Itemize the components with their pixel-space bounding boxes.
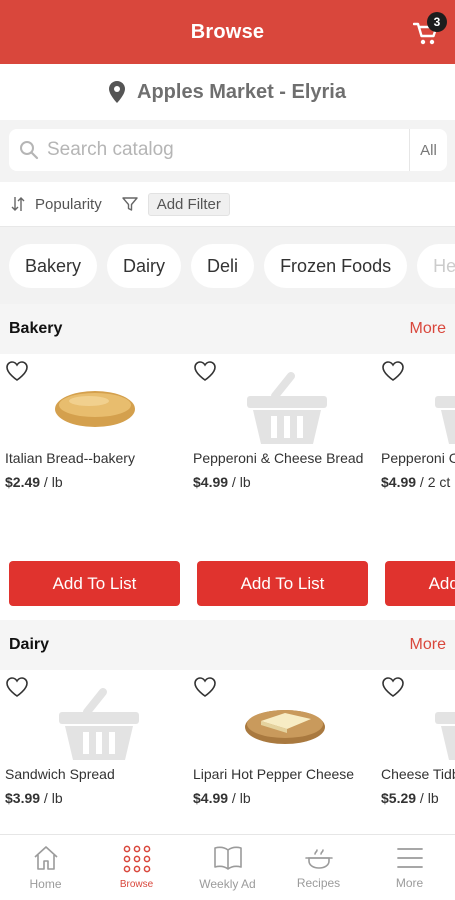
add-to-list-button[interactable]: Add To List xyxy=(197,561,368,606)
product-carousel[interactable]: Italian Bread--bakery $2.49 / lb Add To … xyxy=(0,354,455,624)
top-app-bar: Browse 3 xyxy=(0,0,455,64)
product-name: Lipari Hot Pepper Cheese xyxy=(193,766,355,782)
category-chip-health[interactable]: Health xyxy=(417,244,455,288)
filter-icon[interactable] xyxy=(122,196,138,212)
home-icon xyxy=(33,845,58,870)
cheese-board-image xyxy=(240,684,330,764)
section-header: Bakery More xyxy=(0,304,455,354)
search-box: All xyxy=(9,129,447,171)
product-price: $4.99 / lb xyxy=(193,474,251,490)
location-pin-icon xyxy=(109,81,126,103)
nav-more[interactable]: More xyxy=(364,835,455,900)
product-name: Italian Bread--bakery xyxy=(5,450,135,466)
product-name: Pepperoni & Cheese Bread xyxy=(193,450,364,466)
section-header: Dairy More xyxy=(0,620,455,670)
add-filter-button[interactable]: Add Filter xyxy=(147,192,230,216)
product-name: Pepperoni Cheese xyxy=(381,450,455,466)
search-input[interactable] xyxy=(47,130,409,170)
section-more-link[interactable]: More xyxy=(410,636,446,654)
nav-weekly-ad[interactable]: Weekly Ad xyxy=(182,835,273,900)
product-card[interactable]: Italian Bread--bakery $2.49 / lb Add To … xyxy=(0,354,188,624)
basket-placeholder-icon xyxy=(242,368,332,448)
basket-placeholder-icon xyxy=(54,684,144,764)
section-dairy: Dairy More Sandwich Spread $3.99 / lb Li… xyxy=(0,620,455,834)
nav-label: Browse xyxy=(119,879,154,890)
heart-icon[interactable] xyxy=(381,360,405,382)
section-more-link[interactable]: More xyxy=(410,320,446,338)
menu-icon xyxy=(396,847,423,868)
category-chip-dairy[interactable]: Dairy xyxy=(107,244,182,288)
nav-label: Home xyxy=(29,876,62,891)
nav-label: More xyxy=(395,875,424,890)
sort-button[interactable]: Popularity xyxy=(35,196,102,213)
product-card[interactable]: Cheese Tidbits $5.29 / lb xyxy=(376,670,455,834)
nav-label: Recipes xyxy=(296,875,341,890)
sort-filter-bar: Popularity Add Filter xyxy=(0,182,455,226)
product-price: $4.99 / 2 ct xyxy=(381,474,451,490)
store-name: Apples Market - Elyria xyxy=(137,80,346,103)
category-chips-bar: Bakery Dairy Deli Frozen Foods Health xyxy=(0,226,455,304)
add-to-list-button[interactable]: Add To List xyxy=(9,561,180,606)
search-scope-dropdown[interactable]: All xyxy=(409,129,447,171)
cart-count-badge: 3 xyxy=(427,12,447,32)
product-price: $4.99 / lb xyxy=(193,790,251,806)
section-bakery: Bakery More Italian Bread--bakery $2.49 … xyxy=(0,304,455,624)
sort-icon[interactable] xyxy=(11,196,25,212)
product-name: Sandwich Spread xyxy=(5,766,115,782)
page-title: Browse xyxy=(190,20,265,43)
product-card[interactable]: Pepperoni Cheese $4.99 / 2 ct Add To Lis… xyxy=(376,354,455,624)
category-chip-deli[interactable]: Deli xyxy=(191,244,255,288)
basket-placeholder-icon xyxy=(430,368,455,448)
search-icon xyxy=(19,140,39,160)
nav-label: Weekly Ad xyxy=(199,876,256,891)
grid-dots-icon xyxy=(123,845,150,873)
product-price: $2.49 / lb xyxy=(5,474,63,490)
section-title: Dairy xyxy=(9,636,50,653)
section-title: Bakery xyxy=(9,320,63,337)
product-carousel[interactable]: Sandwich Spread $3.99 / lb Lipari Hot Pe… xyxy=(0,670,455,834)
product-price: $5.29 / lb xyxy=(381,790,439,806)
product-card[interactable]: Pepperoni & Cheese Bread $4.99 / lb Add … xyxy=(188,354,376,624)
bread-image xyxy=(50,368,140,448)
basket-placeholder-icon xyxy=(430,684,455,764)
store-selector[interactable]: Apples Market - Elyria xyxy=(0,64,455,120)
product-name: Cheese Tidbits xyxy=(381,766,455,782)
product-price: $3.99 / lb xyxy=(5,790,63,806)
category-chip-frozen-foods[interactable]: Frozen Foods xyxy=(264,244,408,288)
nav-browse[interactable]: Browse xyxy=(91,835,182,900)
search-bar: All xyxy=(0,120,455,182)
product-card[interactable]: Lipari Hot Pepper Cheese $4.99 / lb xyxy=(188,670,376,834)
add-to-list-button[interactable]: Add To List xyxy=(385,561,455,606)
product-card[interactable]: Sandwich Spread $3.99 / lb xyxy=(0,670,188,834)
nav-home[interactable]: Home xyxy=(0,835,91,900)
heart-icon[interactable] xyxy=(381,676,405,698)
bottom-navigation: Home Browse Weekly Ad Recipes More xyxy=(0,834,455,900)
cart-button[interactable]: 3 xyxy=(413,12,447,48)
cooking-pot-icon xyxy=(304,848,333,869)
nav-recipes[interactable]: Recipes xyxy=(273,835,364,900)
heart-icon[interactable] xyxy=(193,360,217,382)
heart-icon[interactable] xyxy=(5,676,29,698)
category-chip-bakery[interactable]: Bakery xyxy=(9,244,98,288)
heart-icon[interactable] xyxy=(5,360,29,382)
book-icon xyxy=(213,846,242,870)
heart-icon[interactable] xyxy=(193,676,217,698)
